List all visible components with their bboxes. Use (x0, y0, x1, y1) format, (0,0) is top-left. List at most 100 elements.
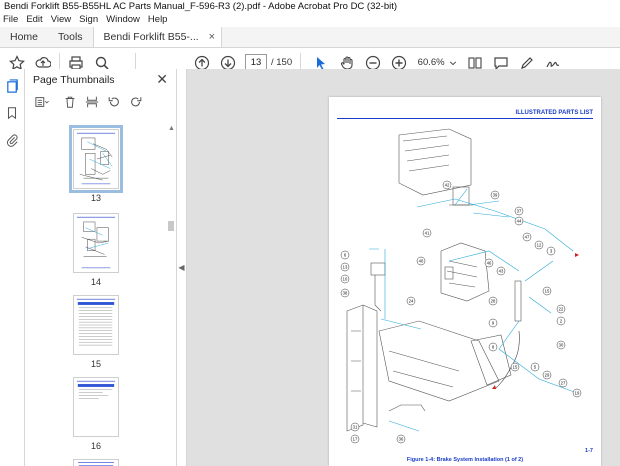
svg-text:37: 37 (517, 209, 522, 214)
svg-text:19: 19 (575, 391, 580, 396)
thumbnail-page-13[interactable]: 13 (25, 125, 167, 203)
svg-text:13: 13 (343, 265, 348, 270)
tab-document-label: Bendi Forklift B55-... (103, 31, 199, 43)
menu-sign[interactable]: Sign (79, 14, 98, 25)
collapse-panel-arrow-icon[interactable]: ◀ (177, 69, 187, 466)
menu-edit[interactable]: Edit (26, 14, 42, 25)
callout-40: 40 (416, 256, 426, 266)
page-number: 1-7 (585, 448, 593, 454)
svg-text:12: 12 (537, 243, 542, 248)
thumbnail-page-15[interactable]: 15 (25, 295, 167, 369)
menu-bar: File Edit View Sign Window Help (0, 13, 620, 26)
callout-9: 9 (488, 318, 498, 328)
thumbnail-list: 13 14 15 16 (25, 123, 167, 466)
tab-close-icon[interactable]: × (209, 31, 215, 43)
callout-38: 38 (340, 288, 350, 298)
thumbnail-page-16[interactable]: 16 (25, 377, 167, 451)
svg-text:42: 42 (445, 183, 450, 188)
thumbnail-label: 16 (90, 441, 101, 451)
svg-text:47: 47 (525, 235, 530, 240)
thumbnail-options-icon[interactable] (33, 93, 51, 111)
page-thumbnails-icon[interactable] (3, 77, 21, 95)
callout-46: 46 (484, 258, 494, 268)
attachments-paperclip-icon[interactable] (3, 131, 21, 149)
tab-home[interactable]: Home (0, 27, 48, 47)
left-navigation-rail (0, 69, 25, 466)
callout-42: 42 (442, 180, 452, 190)
svg-text:27: 27 (561, 381, 566, 386)
menu-file[interactable]: File (3, 14, 18, 25)
thumbnail-image (73, 213, 119, 273)
main-area: Page Thumbnails ✕ 13 14 15 16 ▲ ◀ ILLUST… (0, 69, 620, 466)
svg-text:15: 15 (513, 365, 518, 370)
callout-19: 19 (572, 388, 582, 398)
callout-22: 22 (556, 304, 566, 314)
callout-12: 12 (534, 240, 544, 250)
svg-text:29: 29 (545, 373, 550, 378)
svg-text:28: 28 (491, 299, 496, 304)
callout-43: 43 (496, 266, 506, 276)
svg-text:41: 41 (425, 231, 430, 236)
svg-text:10: 10 (343, 277, 348, 282)
thumbnail-image (73, 459, 119, 466)
menu-window[interactable]: Window (106, 14, 140, 25)
callout-39: 39 (490, 190, 500, 200)
thumbnail-label: 14 (90, 277, 101, 287)
thumbnail-page-17[interactable] (25, 459, 167, 466)
scroll-up-arrow-icon[interactable]: ▲ (168, 125, 175, 132)
extract-pages-icon[interactable] (83, 93, 101, 111)
panel-toolbar (25, 91, 176, 113)
menu-help[interactable]: Help (148, 14, 168, 25)
callout-27: 27 (558, 378, 568, 388)
svg-text:17: 17 (353, 437, 358, 442)
header-rule (337, 118, 593, 119)
svg-text:43: 43 (499, 269, 504, 274)
delete-trash-icon[interactable] (61, 93, 79, 111)
callout-3: 3 (546, 246, 556, 256)
svg-text:36: 36 (399, 437, 404, 442)
callout-24: 24 (406, 296, 416, 306)
thumbnail-scrollbar[interactable]: ▲ (166, 123, 176, 466)
thumbnail-image (69, 125, 123, 193)
tab-document[interactable]: Bendi Forklift B55-... × (92, 27, 223, 47)
svg-text:31: 31 (353, 425, 358, 430)
panel-close-icon[interactable]: ✕ (156, 71, 168, 88)
rotate-counterclockwise-icon[interactable] (105, 93, 123, 111)
svg-text:39: 39 (493, 193, 498, 198)
rotate-clockwise-icon[interactable] (127, 93, 145, 111)
callout-8: 8 (488, 342, 498, 352)
callout-10: 10 (340, 274, 350, 284)
bookmarks-icon[interactable] (3, 104, 21, 122)
callout-15a: 15 (542, 286, 552, 296)
callout-47: 47 (522, 232, 532, 242)
panel-header: Page Thumbnails ✕ (25, 69, 176, 91)
callout-41: 41 (422, 228, 432, 238)
page-total: / 150 (271, 57, 293, 68)
svg-text:46: 46 (487, 261, 492, 266)
document-viewer[interactable]: ILLUSTRATED PARTS LIST 42 39 37 44 41 40… (187, 69, 620, 466)
callout-15b: 15 (510, 362, 520, 372)
figure-caption: Figure 1-4: Brake System Installation (1… (406, 457, 524, 463)
svg-text:24: 24 (409, 299, 414, 304)
thumbnail-image (73, 377, 119, 437)
panel-title: Page Thumbnails (33, 74, 115, 86)
callout-13: 13 (340, 262, 350, 272)
menu-view[interactable]: View (51, 14, 71, 25)
svg-text:38: 38 (343, 291, 348, 296)
callout-2: 2 (556, 316, 566, 326)
svg-text:22: 22 (559, 307, 564, 312)
callout-28: 28 (488, 296, 498, 306)
svg-text:40: 40 (419, 259, 424, 264)
scrollbar-thumb[interactable] (168, 221, 174, 231)
tab-tools[interactable]: Tools (48, 27, 93, 47)
thumbnail-label: 15 (90, 359, 101, 369)
page-thumbnails-panel: Page Thumbnails ✕ 13 14 15 16 ▲ (25, 69, 177, 466)
thumbnail-image (73, 295, 119, 355)
callout-31: 31 (350, 422, 360, 432)
callout-5: 5 (530, 362, 540, 372)
thumbnail-page-14[interactable]: 14 (25, 213, 167, 287)
svg-text:44: 44 (517, 219, 522, 224)
svg-text:30: 30 (559, 343, 564, 348)
brake-system-illustration: 42 39 37 44 41 40 47 12 3 46 43 6 13 10 … (340, 128, 582, 444)
callout-37: 37 (514, 206, 524, 216)
